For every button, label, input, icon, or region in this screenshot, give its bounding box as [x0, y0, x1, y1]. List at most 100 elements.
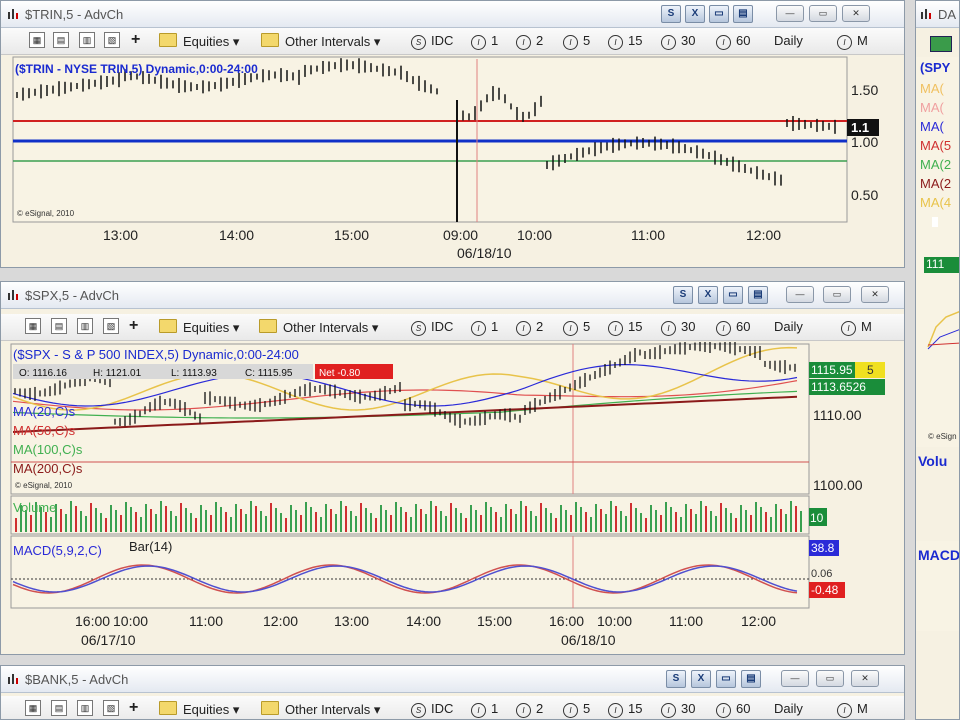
cursor-icon[interactable]: X: [685, 5, 705, 23]
volume-bar: [275, 508, 277, 532]
interval-60[interactable]: I 60: [716, 701, 750, 718]
equities-menu[interactable]: Equities ▾: [159, 319, 239, 336]
layout-icon[interactable]: ▭: [709, 5, 729, 23]
interval-30[interactable]: I 30: [661, 33, 695, 50]
page-icon[interactable]: ▤: [53, 32, 69, 48]
interval-2[interactable]: I2: [516, 319, 543, 336]
interval-idc[interactable]: S IDC: [411, 319, 453, 336]
volume-bar: [500, 517, 502, 532]
interval-daily[interactable]: Daily: [774, 33, 803, 48]
properties-icon[interactable]: ▧: [104, 32, 120, 48]
interval-daily[interactable]: Daily: [774, 319, 803, 334]
interval-60[interactable]: I 60: [716, 319, 750, 336]
close-button[interactable]: ✕: [861, 286, 889, 303]
link-chart-icon[interactable]: ▦: [25, 318, 41, 334]
page-icon[interactable]: ▤: [51, 700, 67, 716]
link-icon[interactable]: S: [666, 670, 686, 688]
interval-1[interactable]: I1: [471, 701, 498, 718]
spx-plot[interactable]: ($SPX - S & P 500 INDEX,5) Dynamic,0:00-…: [1, 342, 905, 654]
layout-icon[interactable]: ▭: [723, 286, 743, 304]
restore-button[interactable]: ▭: [823, 286, 851, 303]
chart-app-icon: [8, 9, 18, 19]
trin-titlebar[interactable]: $TRIN,5 - AdvCh S X ▭ ▤ — ▭ ✕: [1, 1, 904, 28]
volume-bar: [700, 501, 702, 532]
add-icon[interactable]: +: [129, 317, 138, 335]
link-chart-icon[interactable]: ▦: [29, 32, 45, 48]
page-icon[interactable]: ▤: [51, 318, 67, 334]
close-button[interactable]: ✕: [851, 670, 879, 687]
interval-5[interactable]: I5: [563, 319, 590, 336]
other-intervals-menu[interactable]: Other Intervals ▾: [261, 701, 380, 718]
interval-daily[interactable]: Daily: [774, 701, 803, 716]
interval-30[interactable]: I 30: [661, 319, 695, 336]
volume-bar: [530, 511, 532, 532]
other-intervals-menu[interactable]: Other Intervals ▾: [261, 33, 380, 50]
interval-1[interactable]: I1: [471, 33, 498, 50]
interval-5[interactable]: I5: [563, 33, 590, 50]
window-list-icon[interactable]: ▤: [741, 670, 761, 688]
interval-15[interactable]: I 15: [608, 33, 642, 50]
other-intervals-menu[interactable]: Other Intervals ▾: [259, 319, 378, 336]
copy-page-icon[interactable]: ▥: [77, 318, 93, 334]
interval-2[interactable]: I2: [516, 701, 543, 718]
minimize-button[interactable]: —: [786, 286, 814, 303]
volume-bar: [695, 514, 697, 532]
cursor-icon[interactable]: X: [698, 286, 718, 304]
link-icon[interactable]: S: [673, 286, 693, 304]
interval-15[interactable]: I 15: [608, 701, 642, 718]
interval-1[interactable]: I1: [471, 319, 498, 336]
interval-60[interactable]: I 60: [716, 33, 750, 50]
equities-menu[interactable]: Equities ▾: [159, 701, 239, 718]
window-list-icon[interactable]: ▤: [733, 5, 753, 23]
copy-page-icon[interactable]: ▥: [77, 700, 93, 716]
volume-bar: [100, 513, 102, 532]
interval-idc[interactable]: S IDC: [411, 701, 453, 718]
volume-bar: [585, 512, 587, 532]
properties-icon[interactable]: ▧: [103, 700, 119, 716]
volume-bar: [340, 501, 342, 532]
bank-titlebar[interactable]: $BANK,5 - AdvCh S X ▭ ▤ — ▭ ✕: [1, 666, 904, 693]
trin-plot[interactable]: ($TRIN - NYSE TRIN,5) Dynamic,0:00-24:00…: [1, 55, 905, 268]
interval-m[interactable]: IM: [837, 33, 868, 50]
interval-30[interactable]: I 30: [661, 701, 695, 718]
clock-icon: I: [471, 703, 486, 718]
minimize-button[interactable]: —: [781, 670, 809, 687]
restore-button[interactable]: ▭: [816, 670, 844, 687]
volume-bar: [285, 518, 287, 532]
layout-icon[interactable]: ▭: [716, 670, 736, 688]
spy-titlebar[interactable]: DA: [916, 1, 959, 28]
close-button[interactable]: ✕: [842, 5, 870, 22]
interval-idc[interactable]: S IDC: [411, 33, 453, 50]
ma50-label: MA(50,C)s: [13, 423, 76, 438]
interval-15[interactable]: I 15: [608, 319, 642, 336]
volume-bar: [345, 506, 347, 532]
cursor-icon[interactable]: X: [691, 670, 711, 688]
interval-m[interactable]: IM: [841, 319, 872, 336]
spx-titlebar[interactable]: $SPX,5 - AdvCh S X ▭ ▤ — ▭ ✕: [1, 282, 904, 309]
volume-bar: [150, 509, 152, 532]
interval-2[interactable]: I2: [516, 33, 543, 50]
add-icon[interactable]: +: [131, 31, 140, 49]
volume-bar: [360, 503, 362, 532]
link-icon[interactable]: S: [661, 5, 681, 23]
properties-icon[interactable]: ▧: [103, 318, 119, 334]
clock-icon: I: [608, 703, 623, 718]
add-icon[interactable]: +: [129, 699, 138, 717]
volume-bar: [470, 505, 472, 532]
interval-5[interactable]: I5: [563, 701, 590, 718]
copy-page-icon[interactable]: ▥: [79, 32, 95, 48]
trin-last-value: 1.1: [851, 120, 869, 135]
window-list-icon[interactable]: ▤: [748, 286, 768, 304]
interval-m[interactable]: IM: [837, 701, 868, 718]
ma100-label: MA(100,C)s: [13, 442, 83, 457]
volume-bar: [780, 509, 782, 532]
volume-bar: [755, 502, 757, 532]
spy-toolbar-icon[interactable]: [930, 36, 952, 52]
equities-menu[interactable]: Equities ▾: [159, 33, 239, 50]
volume-bar: [375, 518, 377, 532]
bank-chart-window: $BANK,5 - AdvCh S X ▭ ▤ — ▭ ✕ ▦ ▤ ▥ ▧ + …: [0, 665, 905, 720]
minimize-button[interactable]: —: [776, 5, 804, 22]
trin-time-label: 12:00: [746, 227, 781, 243]
link-chart-icon[interactable]: ▦: [25, 700, 41, 716]
restore-button[interactable]: ▭: [809, 5, 837, 22]
